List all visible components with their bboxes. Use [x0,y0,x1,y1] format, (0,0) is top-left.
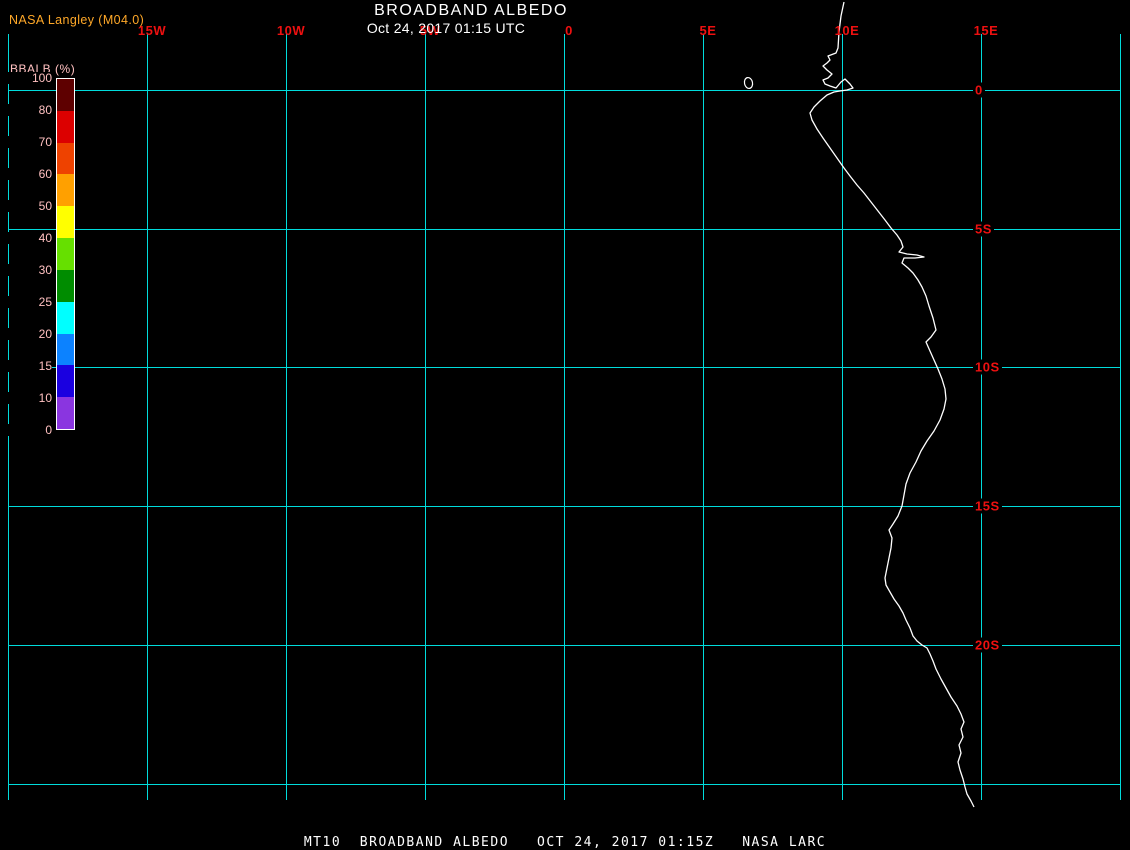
colorbar-segment-5 [57,238,74,270]
colorbar-segment-2 [57,142,74,175]
footer-caption: MT10 BROADBAND ALBEDO OCT 24, 2017 01:15… [303,835,827,850]
africa-west-coastline [809,1,975,808]
lat-label-20s: 20S [973,637,1002,653]
colorbar-segment-10 [57,397,74,429]
colorbar-tick-15: 15 [0,360,52,372]
albedo-map-canvas: 15W 10W 5W 0 5E 10E 15E NASA Langley (M0… [0,0,1130,850]
lat-label-10s: 10S [973,359,1002,375]
page-title: BROADBAND ALBEDO [374,2,568,19]
map-plot [8,1,1121,808]
colorbar-tick-50: 50 [0,200,52,212]
colorbar-segment-0 [57,79,74,111]
lon-label-15e: 15E [973,23,999,38]
colorbar-tick-0: 0 [0,424,52,436]
colorbar-tick-100: 100 [0,72,52,84]
lat-label-0: 0 [973,82,985,98]
colorbar-segment-1 [57,110,74,143]
grid-lines [8,34,1121,800]
colorbar-segment-8 [57,333,74,366]
lon-label-5e: 5E [699,23,717,38]
colorbar-tick-80: 80 [0,104,52,116]
colorbar-segment-6 [57,269,74,302]
lon-label-10w: 10W [276,23,306,38]
lon-label-0: 0 [565,23,573,38]
colorbar-tick-25: 25 [0,296,52,308]
colorbar-segment-4 [57,206,74,239]
sao-tome-island-outline [743,76,754,90]
colorbar [56,78,75,430]
colorbar-segment-3 [57,174,74,207]
colorbar-segment-7 [57,301,74,334]
colorbar-tick-20: 20 [0,328,52,340]
lon-label-10e: 10E [834,23,860,38]
colorbar-segment-9 [57,365,74,398]
colorbar-tick-30: 30 [0,264,52,276]
page-subtitle: Oct 24, 2017 01:15 UTC [366,20,526,36]
lat-label-15s: 15S [973,498,1002,514]
colorbar-tick-70: 70 [0,136,52,148]
colorbar-tick-60: 60 [0,168,52,180]
colorbar-tick-10: 10 [0,392,52,404]
colorbar-tick-40: 40 [0,232,52,244]
source-label: NASA Langley (M04.0) [9,13,145,27]
lat-label-5s: 5S [973,221,994,237]
